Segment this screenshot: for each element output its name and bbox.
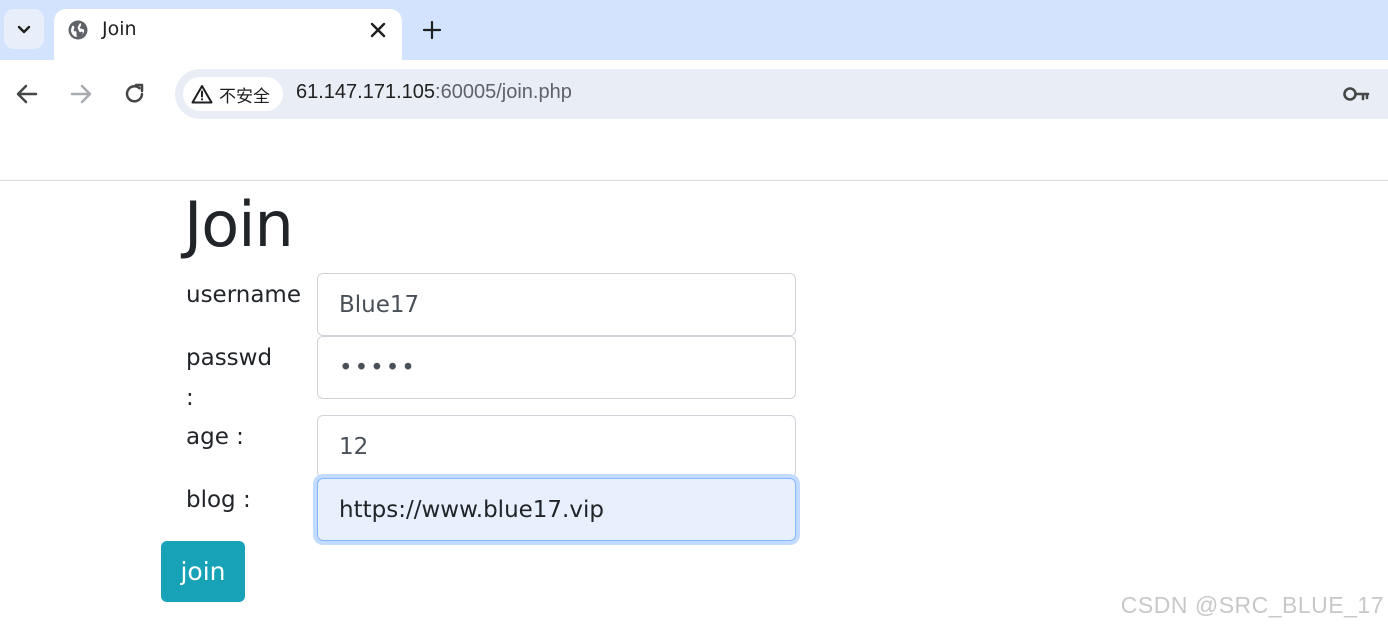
tab-join[interactable]: Join <box>54 9 402 60</box>
watermark: CSDN @SRC_BLUE_17 <box>1120 592 1384 618</box>
blog-field[interactable]: https://www.blue17.vip <box>317 478 796 541</box>
username-field[interactable]: Blue17 <box>317 273 796 336</box>
age-label: age : <box>186 424 244 450</box>
url-host: 61.147.171.105 <box>296 81 436 103</box>
page-title: Join <box>184 188 294 261</box>
username-label: username <box>186 282 301 308</box>
forward-arrow-icon[interactable] <box>67 80 95 108</box>
reload-icon[interactable] <box>121 80 149 108</box>
url-path: :60005/join.php <box>435 81 572 103</box>
tab-strip: Join <box>0 0 1388 60</box>
close-icon[interactable] <box>368 20 388 40</box>
key-icon[interactable] <box>1341 83 1371 105</box>
passwd-field[interactable]: ••••• <box>317 336 796 399</box>
passwd-label: passwd : <box>186 345 273 411</box>
tab-title: Join <box>102 18 137 40</box>
address-bar[interactable]: 不安全 61.147.171.105:60005/join.php <box>175 69 1388 119</box>
new-tab-plus-icon[interactable] <box>420 18 444 42</box>
globe-icon <box>68 20 88 40</box>
security-chip[interactable]: 不安全 <box>183 77 283 111</box>
browser-toolbar: 不安全 61.147.171.105:60005/join.php <box>0 60 1388 130</box>
warning-icon <box>191 85 213 104</box>
page-divider <box>0 180 1388 181</box>
security-label: 不安全 <box>219 86 270 107</box>
tab-search-button[interactable] <box>4 9 44 49</box>
join-button[interactable]: join <box>161 541 245 602</box>
url-text[interactable]: 61.147.171.105:60005/join.php <box>296 81 572 104</box>
back-arrow-icon[interactable] <box>13 80 41 108</box>
age-field[interactable]: 12 <box>317 415 796 478</box>
blog-label: blog : <box>186 487 251 513</box>
chevron-down-icon <box>17 25 31 34</box>
